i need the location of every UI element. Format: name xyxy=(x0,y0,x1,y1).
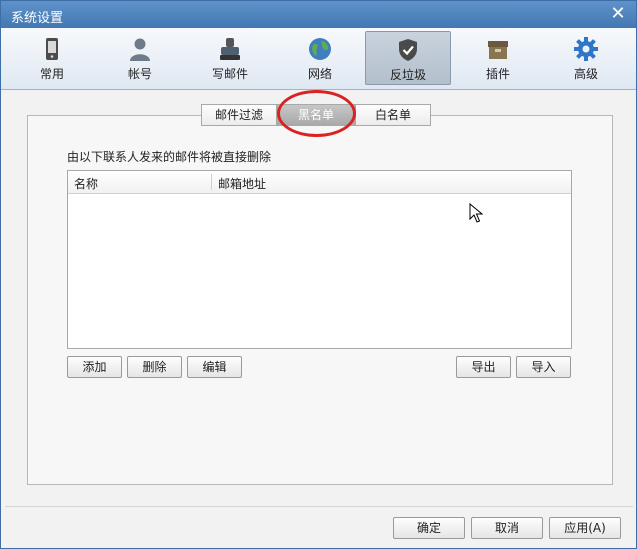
column-header-name[interactable]: 名称 xyxy=(74,175,98,192)
delete-button[interactable]: 删除 xyxy=(127,356,182,378)
toolbar-item-write-mail[interactable]: 写邮件 xyxy=(187,31,273,85)
export-button[interactable]: 导出 xyxy=(456,356,511,378)
close-button[interactable]: ✕ xyxy=(608,4,628,24)
title-bar[interactable]: 系统设置 ✕ xyxy=(1,1,636,28)
toolbar-label: 帐号 xyxy=(127,67,152,81)
column-divider[interactable] xyxy=(211,174,212,190)
globe-icon xyxy=(309,38,331,60)
settings-toolbar: 常用 帐号 写邮件 网络 反垃圾 插件 高级 xyxy=(1,28,636,90)
write-mail-icon xyxy=(220,38,240,60)
toolbar-item-general[interactable]: 常用 xyxy=(9,31,95,85)
apply-button[interactable]: 应用(A) xyxy=(549,517,621,539)
gear-icon xyxy=(574,37,598,61)
shield-icon xyxy=(399,39,417,61)
blacklist-table[interactable]: 名称 邮箱地址 xyxy=(67,170,572,349)
add-button[interactable]: 添加 xyxy=(67,356,122,378)
highlight-circle xyxy=(277,90,356,137)
table-header: 名称 邮箱地址 xyxy=(68,171,571,194)
toolbar-label: 高级 xyxy=(573,67,598,81)
column-header-email[interactable]: 邮箱地址 xyxy=(218,175,266,192)
box-icon xyxy=(488,41,508,59)
toolbar-item-network[interactable]: 网络 xyxy=(277,31,363,85)
toolbar-item-advanced[interactable]: 高级 xyxy=(543,31,629,85)
toolbar-label: 网络 xyxy=(307,67,332,81)
cancel-button[interactable]: 取消 xyxy=(471,517,543,539)
window-title: 系统设置 xyxy=(11,11,64,26)
footer-divider xyxy=(5,506,633,507)
blacklist-description: 由以下联系人发来的邮件将被直接删除 xyxy=(67,150,272,164)
toolbar-item-plugins[interactable]: 插件 xyxy=(455,31,541,85)
toolbar-label: 写邮件 xyxy=(211,67,248,81)
toolbar-item-antispam[interactable]: 反垃圾 xyxy=(365,31,451,85)
tab-whitelist[interactable]: 白名单 xyxy=(355,104,431,126)
mouse-cursor-icon xyxy=(469,203,483,223)
edit-button[interactable]: 编辑 xyxy=(187,356,242,378)
toolbar-label: 反垃圾 xyxy=(389,68,426,82)
tab-mail-filter[interactable]: 邮件过滤 xyxy=(201,104,277,126)
ok-button[interactable]: 确定 xyxy=(393,517,465,539)
settings-window: 系统设置 ✕ 常用 帐号 写邮件 网络 反垃圾 插件 高级 邮件过滤 黑名单 白… xyxy=(0,0,637,549)
user-icon xyxy=(130,38,150,61)
toolbar-item-account[interactable]: 帐号 xyxy=(97,31,183,85)
import-button[interactable]: 导入 xyxy=(516,356,571,378)
toolbar-label: 插件 xyxy=(485,67,510,81)
phone-icon xyxy=(46,38,58,60)
toolbar-label: 常用 xyxy=(39,67,64,81)
